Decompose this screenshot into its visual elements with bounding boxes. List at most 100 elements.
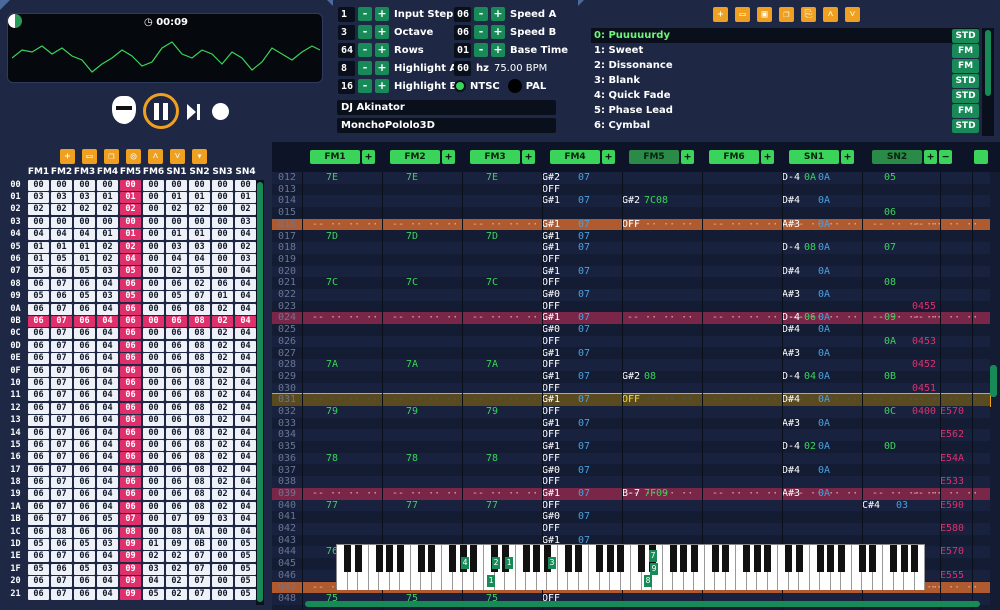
order-cell[interactable]: 04 — [97, 303, 118, 315]
order-cell[interactable]: 06 — [120, 303, 141, 315]
vertical-scrollbar[interactable] — [990, 365, 997, 397]
piano-black-key[interactable] — [417, 545, 425, 572]
order-cell[interactable]: 06 — [28, 303, 49, 315]
order-cell[interactable]: 01 — [189, 192, 210, 204]
order-cell[interactable]: 06 — [74, 576, 95, 588]
order-cell[interactable]: 08 — [189, 303, 210, 315]
order-cell[interactable]: 07 — [51, 402, 72, 414]
piano-black-key[interactable] — [428, 545, 435, 572]
decrement-button[interactable]: - — [358, 79, 372, 93]
order-cell[interactable]: 00 — [143, 192, 164, 204]
copy-icon[interactable]: ❐ — [104, 149, 119, 164]
piano-black-key[interactable] — [837, 545, 845, 572]
scope-icon[interactable] — [8, 14, 22, 28]
order-cell[interactable]: 02 — [212, 402, 233, 414]
piano-black-key[interactable] — [722, 545, 729, 572]
order-cell[interactable]: 03 — [97, 266, 118, 278]
order-cell[interactable]: 00 — [143, 526, 164, 538]
pattern-row[interactable]: 022 G#0 07 A#3 0A — [272, 289, 990, 301]
order-cell[interactable]: 04 — [97, 315, 118, 327]
order-cell[interactable]: 03 — [235, 216, 256, 228]
order-cell[interactable]: 02 — [166, 266, 187, 278]
order-cell[interactable]: 02 — [74, 204, 95, 216]
order-cell[interactable]: 06 — [74, 340, 95, 352]
order-cell[interactable]: 06 — [28, 588, 49, 600]
order-cell[interactable]: 02 — [212, 415, 233, 427]
pattern-row[interactable]: 037 G#0 07 D#4 0A — [272, 465, 990, 477]
increment-button[interactable]: + — [491, 25, 505, 39]
order-cell[interactable]: 06 — [120, 278, 141, 290]
order-cell[interactable]: 02 — [212, 340, 233, 352]
order-row[interactable]: 17 06 07 06 04 06 00 06 08 02 04 — [5, 464, 258, 476]
save-icon[interactable]: ▣ — [757, 7, 772, 22]
order-cell[interactable]: 06 — [74, 526, 95, 538]
piano-black-key[interactable] — [344, 545, 351, 572]
order-cell[interactable]: 04 — [97, 489, 118, 501]
order-cell[interactable]: 04 — [166, 254, 187, 266]
order-cell[interactable]: 05 — [74, 291, 95, 303]
mascot-icon[interactable] — [112, 96, 136, 124]
order-cell[interactable]: 01 — [189, 229, 210, 241]
order-cell[interactable]: 00 — [189, 216, 210, 228]
highlight-a-value[interactable]: 8 — [338, 60, 355, 76]
order-cell[interactable]: 04 — [97, 278, 118, 290]
order-cell[interactable]: 06 — [74, 501, 95, 513]
order-cell[interactable]: 00 — [143, 229, 164, 241]
order-cell[interactable]: 06 — [74, 427, 95, 439]
order-cell[interactable]: 02 — [97, 254, 118, 266]
pattern-row[interactable]: 014 G#1 07 G#2 7C08 D#4 0A — [272, 195, 990, 208]
increment-button[interactable]: + — [375, 25, 389, 39]
order-cell[interactable]: 04 — [235, 452, 256, 464]
order-cell[interactable]: 04 — [120, 254, 141, 266]
order-cell[interactable]: 00 — [120, 179, 141, 191]
order-cell[interactable]: 06 — [120, 415, 141, 427]
order-cell[interactable]: 01 — [97, 192, 118, 204]
order-cell[interactable]: 06 — [166, 402, 187, 414]
order-cell[interactable]: 06 — [74, 452, 95, 464]
order-cell[interactable]: 04 — [28, 229, 49, 241]
channel-expand-button[interactable]: + — [681, 150, 694, 164]
move-up-icon[interactable]: ˄ — [148, 149, 163, 164]
order-cell[interactable]: 06 — [74, 402, 95, 414]
channel-sn1-button[interactable]: SN1 — [789, 150, 839, 164]
order-row[interactable]: 08 06 07 06 04 06 00 06 02 06 04 — [5, 278, 258, 290]
order-cell[interactable]: 00 — [166, 179, 187, 191]
order-cell[interactable]: 05 — [51, 254, 72, 266]
order-cell[interactable]: 04 — [235, 365, 256, 377]
order-cell[interactable]: 06 — [74, 365, 95, 377]
order-cell[interactable]: 00 — [74, 179, 95, 191]
order-cell[interactable]: 02 — [212, 328, 233, 340]
increment-button[interactable]: + — [375, 61, 389, 75]
order-cell[interactable]: 02 — [212, 464, 233, 476]
order-cell[interactable]: 02 — [143, 551, 164, 563]
order-cell[interactable]: 06 — [120, 365, 141, 377]
pal-radio[interactable] — [507, 79, 522, 93]
piano-black-key[interactable] — [596, 545, 603, 572]
order-cell[interactable]: 06 — [74, 390, 95, 402]
piano-black-key[interactable] — [743, 545, 750, 572]
order-cell[interactable]: 00 — [143, 452, 164, 464]
order-cell[interactable]: 00 — [143, 427, 164, 439]
input-step-value[interactable]: 1 — [338, 6, 355, 22]
pattern-row[interactable]: 028 7A 7A 7A OFF 0452 — [272, 359, 990, 371]
order-cell[interactable]: 04 — [97, 328, 118, 340]
order-cell[interactable]: 02 — [212, 315, 233, 327]
order-cell[interactable]: 04 — [235, 514, 256, 526]
order-cell[interactable]: 06 — [28, 489, 49, 501]
order-cell[interactable]: 06 — [28, 390, 49, 402]
order-cell[interactable]: 04 — [235, 353, 256, 365]
copy-icon[interactable]: ❐ — [779, 7, 794, 22]
order-cell[interactable]: 06 — [166, 365, 187, 377]
order-cell[interactable]: 00 — [51, 216, 72, 228]
order-cell[interactable]: 07 — [51, 551, 72, 563]
order-cell[interactable]: 00 — [212, 551, 233, 563]
order-cell[interactable]: 03 — [189, 241, 210, 253]
order-row[interactable]: 21 06 07 06 04 09 05 02 07 00 05 — [5, 588, 258, 600]
order-cell[interactable]: 08 — [189, 365, 210, 377]
order-cell[interactable]: 00 — [212, 576, 233, 588]
order-cell[interactable]: 04 — [97, 576, 118, 588]
piano-black-key[interactable] — [669, 545, 677, 572]
order-cell[interactable]: 06 — [166, 303, 187, 315]
order-cell[interactable]: 01 — [166, 229, 187, 241]
order-row[interactable]: 1F 05 06 05 03 09 03 02 07 00 05 — [5, 563, 258, 575]
